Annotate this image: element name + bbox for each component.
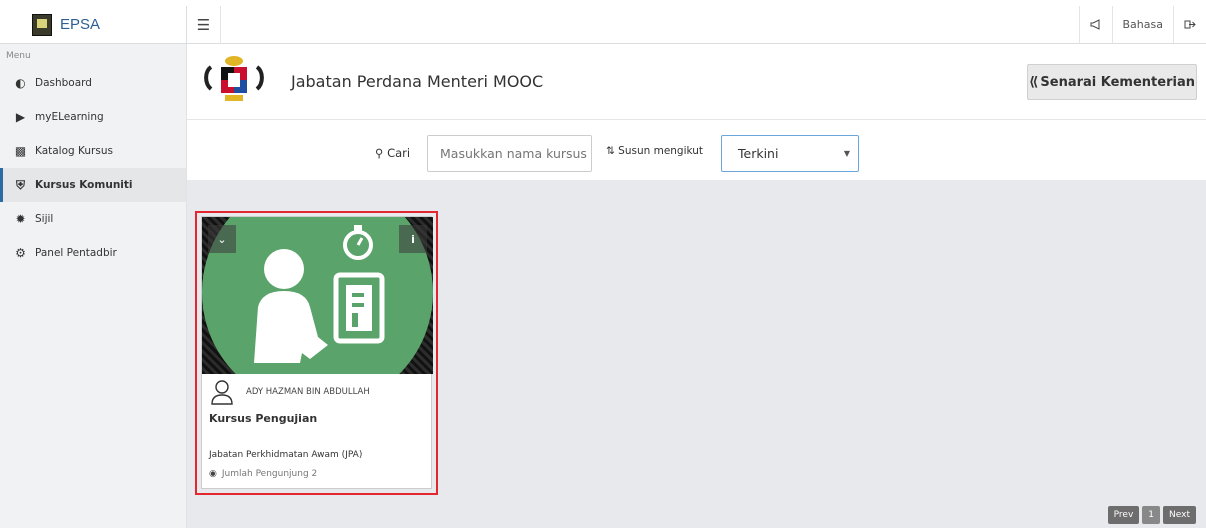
hamburger-icon[interactable]: ☰ xyxy=(187,5,221,44)
course-title[interactable]: Kursus Pengujian xyxy=(209,412,317,425)
sidebar-item-label: Panel Pentadbir xyxy=(35,247,117,259)
sidebar-item-label: Kursus Komuniti xyxy=(35,179,133,191)
sidebar-item-label: Katalog Kursus xyxy=(35,145,113,157)
epsa-logo xyxy=(32,13,52,36)
sidebar-item-dashboard[interactable]: ◐ Dashboard xyxy=(0,66,186,100)
course-thumbnail[interactable]: ⌄ i xyxy=(202,217,433,374)
sidebar-item-myelearning[interactable]: ▶ myELearning xyxy=(0,100,186,134)
user-avatar-icon xyxy=(211,380,233,405)
sidebar-item-sijil[interactable]: ✹ Sijil xyxy=(0,202,186,236)
search-label: ⚲ Cari xyxy=(375,146,411,160)
page-header: Jabatan Perdana Menteri MOOC ⟪ Senarai K… xyxy=(187,44,1206,120)
prev-page-button[interactable]: Prev xyxy=(1107,506,1140,524)
page-1-button[interactable]: 1 xyxy=(1142,506,1161,524)
course-list-area: ⌄ i ADY HAZMAN BIN ABDULLAH Kursus Pengu… xyxy=(187,180,1206,528)
malaysia-crest-icon xyxy=(204,56,264,101)
visitor-count: ◉ Jumlah Pengunjung 2 xyxy=(209,469,318,479)
book-icon: ▩ xyxy=(14,144,27,158)
author-name: ADY HAZMAN BIN ABDULLAH xyxy=(246,387,370,397)
course-agency: Jabatan Perkhidmatan Awam (JPA) xyxy=(209,450,363,460)
senarai-kementerian-button[interactable]: ⟪ Senarai Kementerian xyxy=(1027,64,1197,100)
sidebar-item-label: Sijil xyxy=(35,213,54,225)
sidebar-item-kursus-komuniti[interactable]: ⛨ Kursus Komuniti xyxy=(0,168,186,202)
language-button[interactable]: Bahasa xyxy=(1111,6,1173,43)
info-icon[interactable]: i xyxy=(399,225,427,253)
sort-select[interactable]: Terkini ▼ xyxy=(721,135,859,172)
sidebar-item-label: Dashboard xyxy=(35,77,92,89)
chevron-down-icon: ▼ xyxy=(843,149,850,158)
sidebar-item-label: myELearning xyxy=(35,111,104,123)
top-navbar: ☰ Bahasa xyxy=(187,5,1206,44)
next-page-button[interactable]: Next xyxy=(1163,506,1196,524)
search-icon: ⚲ xyxy=(375,146,384,160)
pagination: Prev 1 Next xyxy=(1107,506,1196,524)
dashboard-icon: ◐ xyxy=(15,76,26,90)
cogs-icon: ⚙ xyxy=(15,246,26,260)
sort-alpha-icon: ⇅ xyxy=(606,145,615,157)
brand-name: EPSA xyxy=(60,16,101,33)
certificate-icon: ✹ xyxy=(15,212,26,226)
collapse-chevron-icon[interactable]: ⌄ xyxy=(208,225,236,253)
page-title: Jabatan Perdana Menteri MOOC xyxy=(291,72,544,91)
sidebar: Menu ◐ Dashboard ▶ myELearning ▩ Katalog… xyxy=(0,44,187,528)
double-chevron-left-icon: ⟪ xyxy=(1029,74,1039,90)
course-card[interactable]: ⌄ i ADY HAZMAN BIN ABDULLAH Kursus Pengu… xyxy=(201,216,433,489)
search-bar: ⚲ Cari ⇅ Susun mengikut Terkini ▼ xyxy=(187,120,1206,180)
author-row: ADY HAZMAN BIN ABDULLAH xyxy=(210,379,370,405)
sort-label: ⇅ Susun mengikut xyxy=(606,145,704,157)
shield-icon: ⛨ xyxy=(15,177,25,192)
brand[interactable]: EPSA xyxy=(0,6,187,44)
selected-card-highlight: ⌄ i ADY HAZMAN BIN ABDULLAH Kursus Pengu… xyxy=(195,211,438,495)
menu-label: Menu xyxy=(6,51,31,61)
eye-icon: ◉ xyxy=(209,469,217,479)
sidebar-item-panel-pentadbir[interactable]: ⚙ Panel Pentadbir xyxy=(0,236,186,270)
bullhorn-icon[interactable] xyxy=(1078,6,1112,43)
search-input[interactable] xyxy=(427,135,592,172)
sidebar-item-katalog-kursus[interactable]: ▩ Katalog Kursus xyxy=(0,134,186,168)
play-square-icon: ▶ xyxy=(15,110,26,124)
sign-out-icon[interactable] xyxy=(1173,6,1206,43)
